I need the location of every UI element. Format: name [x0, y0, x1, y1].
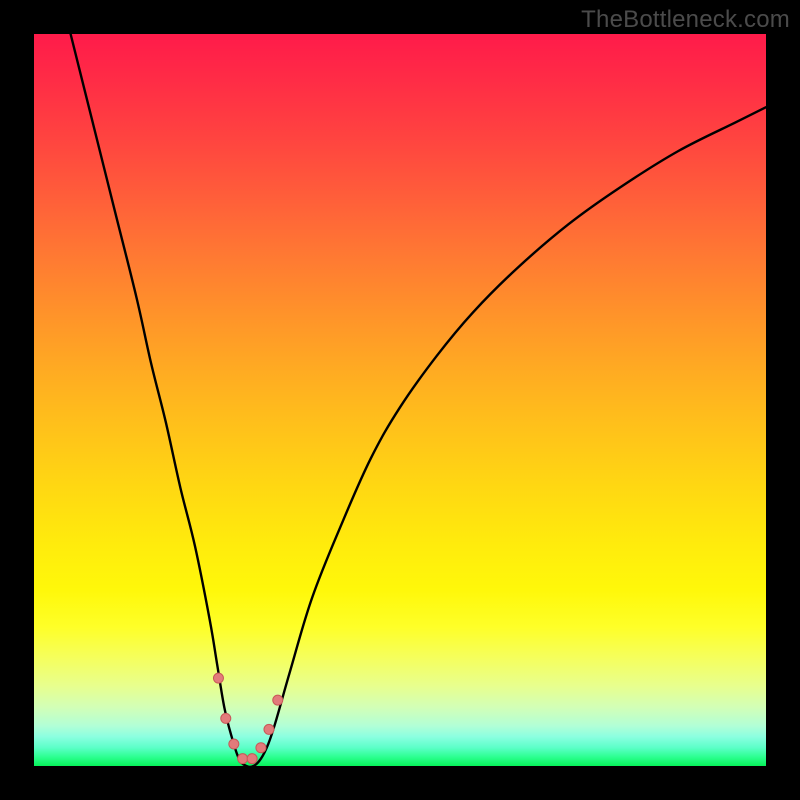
highlight-dot	[273, 695, 283, 705]
highlight-dot	[213, 673, 223, 683]
highlight-dot	[264, 724, 274, 734]
highlight-dot	[256, 743, 266, 753]
watermark-text: TheBottleneck.com	[581, 6, 790, 34]
plot-area	[34, 34, 766, 766]
chart-frame: TheBottleneck.com	[0, 0, 800, 800]
highlight-dots	[213, 673, 282, 764]
curve-layer	[34, 34, 766, 766]
highlight-dot	[229, 739, 239, 749]
bottleneck-curve	[71, 34, 766, 767]
highlight-dot	[247, 754, 257, 764]
highlight-dot	[238, 754, 248, 764]
highlight-dot	[221, 713, 231, 723]
